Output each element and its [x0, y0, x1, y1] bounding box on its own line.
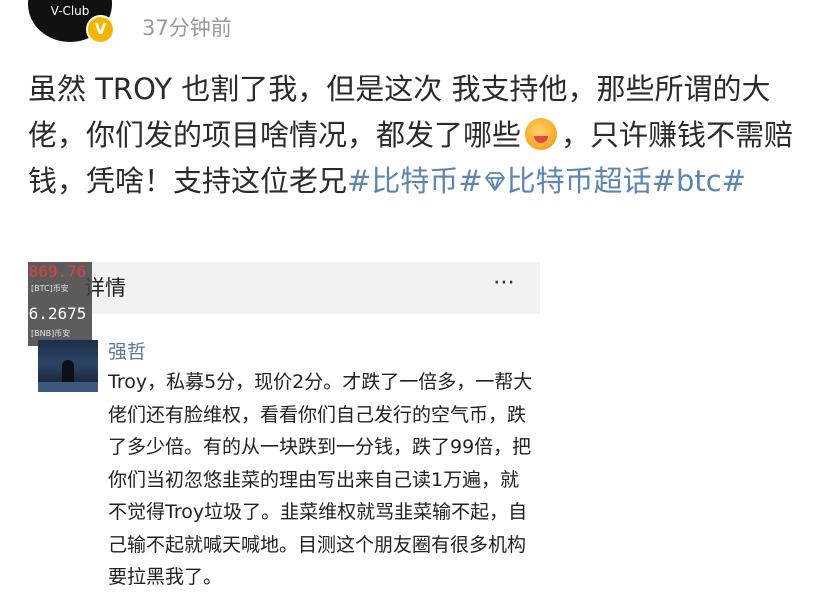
detail-header: 详情 ⋯ — [28, 262, 540, 314]
btc-price: 3869.76 — [28, 262, 87, 281]
more-options-icon: ⋯ — [493, 270, 516, 295]
bnb-label: [BNB]币安 — [31, 329, 71, 338]
face-with-tongue-emoji-icon — [525, 118, 558, 150]
quoted-post-text: Troy，私募5分，现价2分。才跌了一倍多，一帮大佬们还有脸维权，看看你们自己发… — [108, 371, 533, 588]
bnb-price: 16.2675 — [28, 304, 87, 323]
hashtag-bitcoin[interactable]: #比特币# — [347, 164, 483, 198]
hashtag-btc[interactable]: #btc# — [652, 164, 746, 198]
author-avatar — [38, 340, 98, 392]
diamond-icon — [484, 172, 505, 191]
post-timestamp: 37分钟前 — [142, 16, 232, 40]
embedded-screenshot[interactable]: 详情 ⋯ 3869.76 [BTC]币安 16.2675 [BNB]币安 强哲 … — [28, 262, 540, 611]
super-topic-label: 比特币超话 — [506, 164, 652, 198]
author-name: 强哲 — [108, 341, 147, 363]
btc-label: [BTC]币安 — [31, 284, 69, 293]
verified-badge-icon: V — [86, 15, 115, 44]
super-topic-link[interactable]: 比特币超话 — [483, 164, 652, 198]
post-text: 虽然 TROY 也割了我，但是这次 我支持他，那些所谓的大佬，你们发的项目啥情况… — [28, 66, 808, 204]
price-ticker-overlay: 3869.76 [BTC]币安 16.2675 [BNB]币安 — [28, 262, 92, 346]
